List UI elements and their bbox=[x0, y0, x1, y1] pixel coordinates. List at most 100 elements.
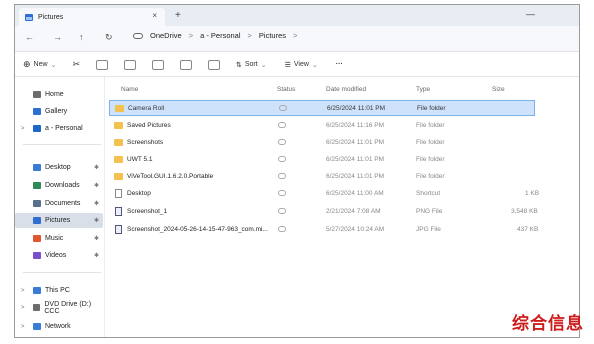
column-header-date[interactable]: Date modified bbox=[326, 86, 366, 93]
watermark-text: 综合信息 bbox=[512, 314, 584, 334]
paste-icon[interactable] bbox=[123, 59, 136, 70]
cloud-status-icon bbox=[278, 190, 286, 196]
rename-icon[interactable] bbox=[151, 59, 164, 70]
chevron-right-icon[interactable]: > bbox=[21, 305, 25, 311]
home-icon bbox=[33, 91, 41, 98]
downloads-icon bbox=[33, 182, 41, 189]
breadcrumb-personal[interactable]: a - Personal bbox=[200, 31, 240, 40]
pin-icon[interactable]: ✱ bbox=[94, 217, 99, 224]
file-row-desktop-shortcut[interactable]: Desktop 6/25/2024 11:00 AM Shortcut 1 KB bbox=[109, 186, 539, 202]
sidebar-item-gallery[interactable]: Gallery bbox=[15, 104, 103, 119]
folder-icon bbox=[114, 173, 123, 180]
pc-icon bbox=[33, 287, 41, 294]
file-type: Shortcut bbox=[416, 190, 441, 197]
file-type: File folder bbox=[416, 122, 445, 129]
onedrive-cloud-icon bbox=[133, 32, 143, 39]
sidebar-item-label: Downloads bbox=[45, 182, 80, 189]
sidebar-item-network[interactable]: > Network bbox=[15, 319, 103, 334]
file-row-screenshot-2024[interactable]: Screenshot_2024-05-26-14-15-47-963_com.m… bbox=[109, 222, 539, 238]
sidebar-item-this-pc[interactable]: > This PC bbox=[15, 283, 103, 298]
sidebar-item-label: Pictures bbox=[45, 217, 71, 224]
sidebar-item-home[interactable]: Home bbox=[15, 87, 103, 102]
file-size: 3,548 KB bbox=[511, 208, 538, 215]
chevron-right-icon[interactable]: > bbox=[21, 288, 25, 294]
column-header-name[interactable]: Name bbox=[121, 86, 138, 93]
share-icon[interactable] bbox=[179, 59, 192, 70]
up-arrow-icon[interactable]: ↑ bbox=[79, 32, 84, 42]
file-name: Screenshots bbox=[127, 139, 164, 146]
shortcut-icon bbox=[115, 189, 122, 198]
chevron-right-icon: > bbox=[247, 31, 252, 40]
sort-button[interactable]: ⇅ Sort ⌄ bbox=[236, 61, 267, 69]
delete-icon[interactable] bbox=[207, 59, 220, 70]
folder-icon bbox=[114, 139, 123, 146]
file-date: 6/25/2024 11:01 PM bbox=[326, 173, 385, 180]
cloud-status-icon bbox=[278, 226, 286, 232]
sidebar-item-pictures[interactable]: Pictures ✱ bbox=[15, 213, 103, 228]
minimize-icon[interactable]: — bbox=[526, 9, 535, 19]
pin-icon[interactable]: ✱ bbox=[94, 182, 99, 189]
file-name: Screenshot_1 bbox=[127, 208, 168, 215]
column-header-type[interactable]: Type bbox=[416, 86, 430, 93]
tab-pictures[interactable]: Pictures × bbox=[19, 8, 165, 26]
column-header-status[interactable]: Status bbox=[277, 86, 295, 93]
file-row-screenshots[interactable]: Screenshots 6/25/2024 11:01 PM File fold… bbox=[109, 135, 535, 151]
back-arrow-icon[interactable]: ← bbox=[25, 32, 34, 42]
cloud-status-icon bbox=[278, 122, 286, 128]
chevron-right-icon: > bbox=[293, 31, 298, 40]
file-list: Name Status Date modified Type Size Came… bbox=[107, 77, 579, 337]
view-icon: ☰ bbox=[284, 61, 291, 69]
pin-icon[interactable]: ✱ bbox=[94, 252, 99, 259]
sidebar-item-music[interactable]: Music ✱ bbox=[15, 231, 103, 246]
breadcrumb-onedrive[interactable]: OneDrive bbox=[150, 31, 182, 40]
sidebar-divider bbox=[23, 144, 101, 145]
file-date: 5/27/2024 10:24 AM bbox=[326, 226, 385, 233]
pin-icon[interactable]: ✱ bbox=[94, 235, 99, 242]
sidebar-item-label: Music bbox=[45, 235, 64, 242]
new-tab-icon[interactable]: + bbox=[175, 10, 181, 21]
file-row-screenshot-1[interactable]: Screenshot_1 2/21/2024 7:08 AM PNG File … bbox=[109, 204, 538, 220]
new-button[interactable]: ⊕ New ⌄ bbox=[23, 59, 56, 70]
cloud-status-icon bbox=[279, 105, 287, 111]
chevron-right-icon[interactable]: > bbox=[21, 324, 25, 330]
file-row-saved-pictures[interactable]: Saved Pictures 6/25/2024 11:16 PM File f… bbox=[109, 118, 535, 134]
file-type: File folder bbox=[416, 139, 445, 146]
sidebar-item-videos[interactable]: Videos ✱ bbox=[15, 248, 103, 263]
file-name: Screenshot_2024-05-26-14-15-47-963_com.m… bbox=[127, 226, 268, 233]
close-tab-icon[interactable]: × bbox=[152, 11, 157, 20]
sidebar-item-documents[interactable]: Documents ✱ bbox=[15, 196, 103, 211]
sidebar-item-desktop[interactable]: Desktop ✱ bbox=[15, 160, 103, 175]
file-row-camera-roll[interactable]: Camera Roll 6/25/2024 11:01 PM File fold… bbox=[109, 100, 535, 116]
sidebar-item-downloads[interactable]: Downloads ✱ bbox=[15, 178, 103, 193]
breadcrumb-pictures[interactable]: Pictures bbox=[259, 31, 286, 40]
chevron-right-icon: > bbox=[188, 31, 194, 40]
command-bar: ⊕ New ⌄ ✂ ⇅ Sort ⌄ ☰ View ⌄ ··· bbox=[15, 53, 579, 77]
refresh-icon[interactable]: ↻ bbox=[105, 32, 113, 43]
sidebar-item-dvd-drive[interactable]: > DVD Drive (D:) CCC bbox=[15, 300, 103, 315]
file-row-uwt[interactable]: UWT 5.1 6/25/2024 11:01 PM File folder bbox=[109, 152, 535, 168]
music-icon bbox=[33, 235, 41, 242]
sidebar-item-label: Desktop bbox=[45, 164, 71, 171]
column-header-size[interactable]: Size bbox=[492, 86, 505, 93]
sort-button-label: Sort bbox=[244, 61, 258, 68]
tab-bar: Pictures × + — bbox=[15, 5, 579, 26]
sidebar-item-label: a - Personal bbox=[45, 125, 83, 132]
file-date: 6/25/2024 11:16 PM bbox=[326, 122, 385, 129]
file-row-vivetool[interactable]: ViVeTool.GUI.1.6.2.0.Portable 6/25/2024 … bbox=[109, 169, 535, 185]
cloud-status-icon bbox=[278, 173, 286, 179]
copy-icon[interactable] bbox=[95, 59, 108, 70]
cut-icon[interactable]: ✂ bbox=[72, 59, 80, 70]
videos-icon bbox=[33, 252, 41, 259]
sidebar-item-label: DVD Drive (D:) CCC bbox=[44, 300, 92, 315]
forward-arrow-icon[interactable]: → bbox=[53, 32, 62, 42]
pictures-icon bbox=[25, 13, 33, 21]
chevron-right-icon[interactable]: > bbox=[21, 126, 25, 132]
breadcrumb[interactable]: OneDrive > a - Personal > Pictures > bbox=[133, 31, 304, 40]
file-size: 1 KB bbox=[525, 190, 540, 197]
file-size: 437 KB bbox=[517, 226, 539, 233]
pin-icon[interactable]: ✱ bbox=[94, 164, 99, 171]
view-button[interactable]: ☰ View ⌄ bbox=[285, 61, 318, 69]
pin-icon[interactable]: ✱ bbox=[94, 200, 99, 207]
sidebar-item-onedrive-personal[interactable]: > a - Personal bbox=[15, 121, 103, 136]
more-options-icon[interactable]: ··· bbox=[336, 61, 343, 68]
